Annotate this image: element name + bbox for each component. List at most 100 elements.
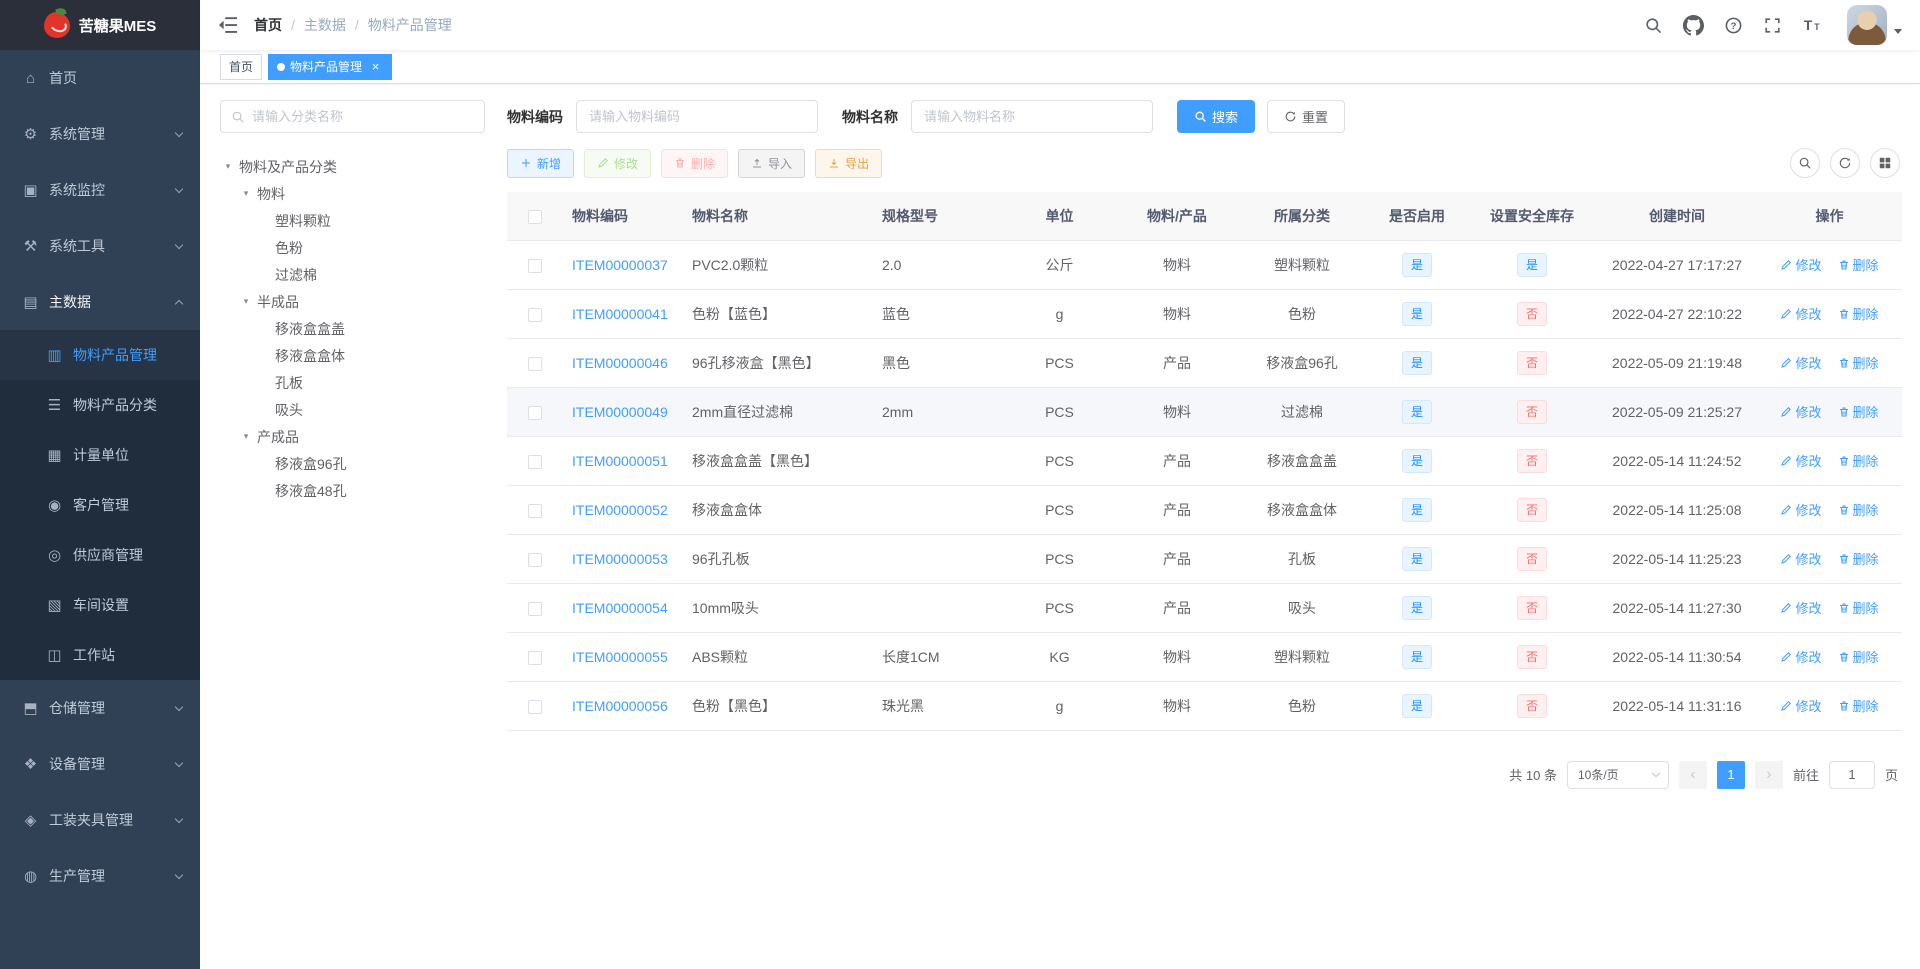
fullscreen-icon[interactable] [1753, 0, 1792, 50]
tree-expand-icon[interactable]: ▾ [238, 296, 254, 307]
delete-row-button[interactable]: 删除 [1838, 647, 1879, 666]
row-checkbox[interactable] [527, 650, 542, 665]
tree-node[interactable]: ▾ 物料 [220, 180, 485, 207]
sidebar-item[interactable]: ⚒ 系统工具 [0, 218, 200, 274]
tree-node[interactable]: ▾移液盒盒盖 [220, 315, 485, 342]
category-search-input[interactable] [252, 109, 474, 124]
tree-node[interactable]: ▾色粉 [220, 234, 485, 261]
delete-row-button[interactable]: 删除 [1838, 549, 1879, 568]
app-logo[interactable]: 苦糖果MES [0, 0, 200, 50]
sidebar-item[interactable]: ⬒ 仓储管理 [0, 680, 200, 736]
sidebar-item[interactable]: ◈ 工装夹具管理 [0, 792, 200, 848]
material-code-link[interactable]: ITEM00000056 [572, 698, 668, 714]
goto-page-input[interactable] [1828, 760, 1875, 789]
table-row[interactable]: ITEM00000052 移液盒盒体 PCS 产品 移液盒盒体是否 2022-05-14 … [507, 485, 1902, 535]
material-code-link[interactable]: ITEM00000051 [572, 453, 668, 469]
user-menu[interactable] [1847, 5, 1902, 45]
material-code-input[interactable] [576, 100, 818, 133]
search-button[interactable]: 搜索 [1177, 100, 1256, 133]
row-checkbox[interactable] [527, 356, 542, 371]
table-row[interactable]: ITEM00000037 PVC2.0颗粒 2.0 公斤 物料 塑料颗粒 是 是 2022-04… [507, 240, 1902, 290]
add-button[interactable]: 新增 [507, 148, 575, 178]
tab-item[interactable]: 首页 [220, 53, 263, 80]
tree-node[interactable]: ▾移液盒96孔 [220, 450, 485, 477]
font-size-icon[interactable]: TT [1792, 0, 1833, 50]
table-row[interactable]: ITEM00000046 96孔移液盒【黑色】 黑色 PCS 产品 移液盒96孔 是 否 202… [507, 338, 1902, 388]
delete-row-button[interactable]: 删除 [1838, 696, 1879, 715]
material-name-input[interactable] [911, 100, 1153, 133]
material-code-link[interactable]: ITEM00000053 [572, 551, 668, 567]
row-checkbox[interactable] [527, 307, 542, 322]
sidebar-subitem[interactable]: ◫ 工作站 [0, 630, 200, 680]
row-checkbox[interactable] [527, 699, 542, 714]
export-button[interactable]: 导出 [815, 148, 883, 178]
sidebar-item[interactable]: ▣ 系统监控 [0, 162, 200, 218]
sidebar-subitem[interactable]: ☰ 物料产品分类 [0, 380, 200, 430]
edit-row-button[interactable]: 修改 [1780, 353, 1822, 372]
edit-row-button[interactable]: 修改 [1780, 549, 1822, 568]
delete-row-button[interactable]: 删除 [1838, 598, 1879, 617]
edit-row-button[interactable]: 修改 [1780, 402, 1822, 421]
row-checkbox[interactable] [527, 405, 542, 420]
sidebar-item[interactable]: ⚙ 系统管理 [0, 106, 200, 162]
row-checkbox[interactable] [527, 503, 542, 518]
header-search-icon[interactable] [1634, 0, 1673, 50]
material-code-link[interactable]: ITEM00000054 [572, 600, 668, 616]
table-row[interactable]: ITEM00000051 移液盒盒盖【黑色】 PCS 产品 移液盒盒盖 是 否 2022-05… [507, 436, 1902, 486]
delete-row-button[interactable]: 删除 [1838, 451, 1879, 470]
row-checkbox[interactable] [527, 258, 542, 273]
delete-row-button[interactable]: 删除 [1838, 500, 1879, 519]
page-number-button[interactable]: 1 [1716, 760, 1745, 789]
material-code-link[interactable]: ITEM00000041 [572, 306, 668, 322]
tree-node[interactable]: ▾过滤棉 [220, 261, 485, 288]
help-icon[interactable]: ? [1714, 0, 1753, 50]
delete-row-button[interactable]: 删除 [1838, 353, 1879, 372]
tree-expand-icon[interactable]: ▾ [238, 188, 254, 199]
tree-node[interactable]: ▾ 半成品 [220, 288, 485, 315]
edit-button[interactable]: 修改 [584, 148, 652, 178]
tree-node[interactable]: ▾吸头 [220, 396, 485, 423]
refresh-button[interactable] [1830, 148, 1860, 178]
edit-row-button[interactable]: 修改 [1780, 598, 1822, 617]
table-row[interactable]: ITEM00000053 96孔孔板 PCS 产品 孔板 是 否 2022-05-14 11:… [507, 534, 1902, 584]
edit-row-button[interactable]: 修改 [1780, 696, 1822, 715]
row-checkbox[interactable] [527, 552, 542, 567]
page-size-select[interactable]: 10条/页 [1566, 760, 1669, 789]
tree-expand-icon[interactable]: ▾ [220, 161, 236, 172]
sidebar-subitem[interactable]: ▧ 车间设置 [0, 580, 200, 630]
table-row[interactable]: ITEM00000049 2mm直径过滤棉 2mm PCS 物料 过滤棉 是 否 2022-05… [507, 387, 1902, 437]
edit-row-button[interactable]: 修改 [1780, 500, 1822, 519]
tree-expand-icon[interactable]: ▾ [238, 431, 254, 442]
toggle-search-button[interactable] [1790, 148, 1820, 178]
tree-node[interactable]: ▾ 产成品 [220, 423, 485, 450]
delete-row-button[interactable]: 删除 [1838, 304, 1879, 323]
close-icon[interactable]: × [368, 59, 383, 74]
prev-page-button[interactable]: ‹ [1678, 760, 1707, 789]
material-code-link[interactable]: ITEM00000052 [572, 502, 668, 518]
sidebar-item[interactable]: ❖ 设备管理 [0, 736, 200, 792]
material-code-link[interactable]: ITEM00000037 [572, 257, 668, 273]
column-settings-button[interactable] [1870, 148, 1900, 178]
table-row[interactable]: ITEM00000041 色粉【蓝色】 蓝色 g 物料 色粉 是 否 2022-04-27 22… [507, 289, 1902, 339]
tree-node[interactable]: ▾移液盒48孔 [220, 477, 485, 504]
sidebar-subitem[interactable]: ▦ 计量单位 [0, 430, 200, 480]
material-code-link[interactable]: ITEM00000055 [572, 649, 668, 665]
edit-row-button[interactable]: 修改 [1780, 647, 1822, 666]
table-row[interactable]: ITEM00000055 ABS颗粒 长度1CM KG 物料 塑料颗粒 是 否 2022-05-… [507, 632, 1902, 682]
row-checkbox[interactable] [527, 601, 542, 616]
material-code-link[interactable]: ITEM00000049 [572, 404, 668, 420]
delete-row-button[interactable]: 删除 [1838, 255, 1879, 274]
row-checkbox[interactable] [527, 454, 542, 469]
edit-row-button[interactable]: 修改 [1780, 255, 1822, 274]
tree-node[interactable]: ▾移液盒盒体 [220, 342, 485, 369]
table-row[interactable]: ITEM00000056 色粉【黑色】 珠光黑 g 物料 色粉 是 否 2022-05-14 1… [507, 681, 1902, 731]
sidebar-subitem[interactable]: ◉ 客户管理 [0, 480, 200, 530]
tree-node[interactable]: ▾ 物料及产品分类 [220, 153, 485, 180]
sidebar-subitem[interactable]: ▥ 物料产品管理 [0, 330, 200, 380]
import-button[interactable]: 导入 [738, 148, 806, 178]
tab-active[interactable]: 物料产品管理 × [268, 53, 393, 80]
sidebar-item[interactable]: ▤ 主数据 [0, 274, 200, 330]
delete-row-button[interactable]: 删除 [1838, 402, 1879, 421]
tree-node[interactable]: ▾塑料颗粒 [220, 207, 485, 234]
hamburger-icon[interactable] [208, 0, 248, 50]
